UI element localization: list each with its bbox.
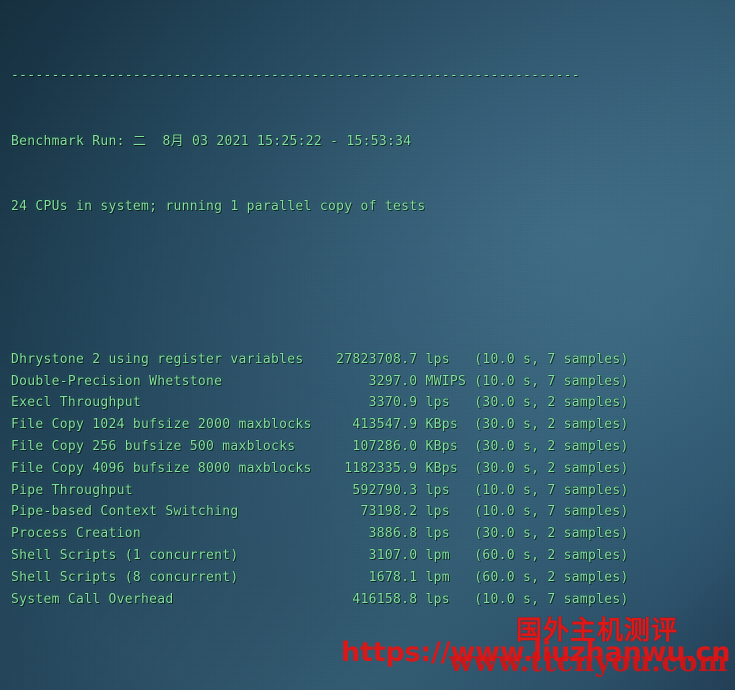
raw-results-list: Dhrystone 2 using register variables 278… — [0, 349, 735, 611]
raw-result-row: Pipe-based Context Switching 73198.2 lps… — [11, 504, 629, 520]
cpu-info-header-1: 24 CPUs in system; running 1 parallel co… — [11, 199, 426, 215]
rule-top: ----------------------------------------… — [11, 68, 580, 84]
raw-result-row: Pipe Throughput 592790.3 lps (10.0 s, 7 … — [11, 482, 629, 498]
terminal-screenshot: ----------------------------------------… — [0, 0, 735, 690]
raw-result-row: Shell Scripts (1 concurrent) 3107.0 lpm … — [11, 547, 629, 563]
terminal-output: ----------------------------------------… — [0, 0, 735, 690]
raw-result-row: Execl Throughput 3370.9 lps (30.0 s, 2 s… — [11, 395, 629, 411]
raw-result-row: Dhrystone 2 using register variables 278… — [11, 351, 629, 367]
raw-result-row: File Copy 1024 bufsize 2000 maxblocks 41… — [11, 417, 629, 433]
benchmark-run-header-1: Benchmark Run: 二 8月 03 2021 15:25:22 - 1… — [11, 133, 412, 149]
raw-result-row: System Call Overhead 416158.8 lps (10.0 … — [11, 591, 629, 607]
raw-result-row: File Copy 256 bufsize 500 maxblocks 1072… — [11, 438, 629, 454]
raw-result-row: Double-Precision Whetstone 3297.0 MWIPS … — [11, 373, 629, 389]
raw-result-row: Process Creation 3886.8 lps (30.0 s, 2 s… — [11, 526, 629, 542]
raw-result-row: File Copy 4096 bufsize 8000 maxblocks 11… — [11, 460, 629, 476]
raw-result-row: Shell Scripts (8 concurrent) 1678.1 lpm … — [11, 569, 629, 585]
